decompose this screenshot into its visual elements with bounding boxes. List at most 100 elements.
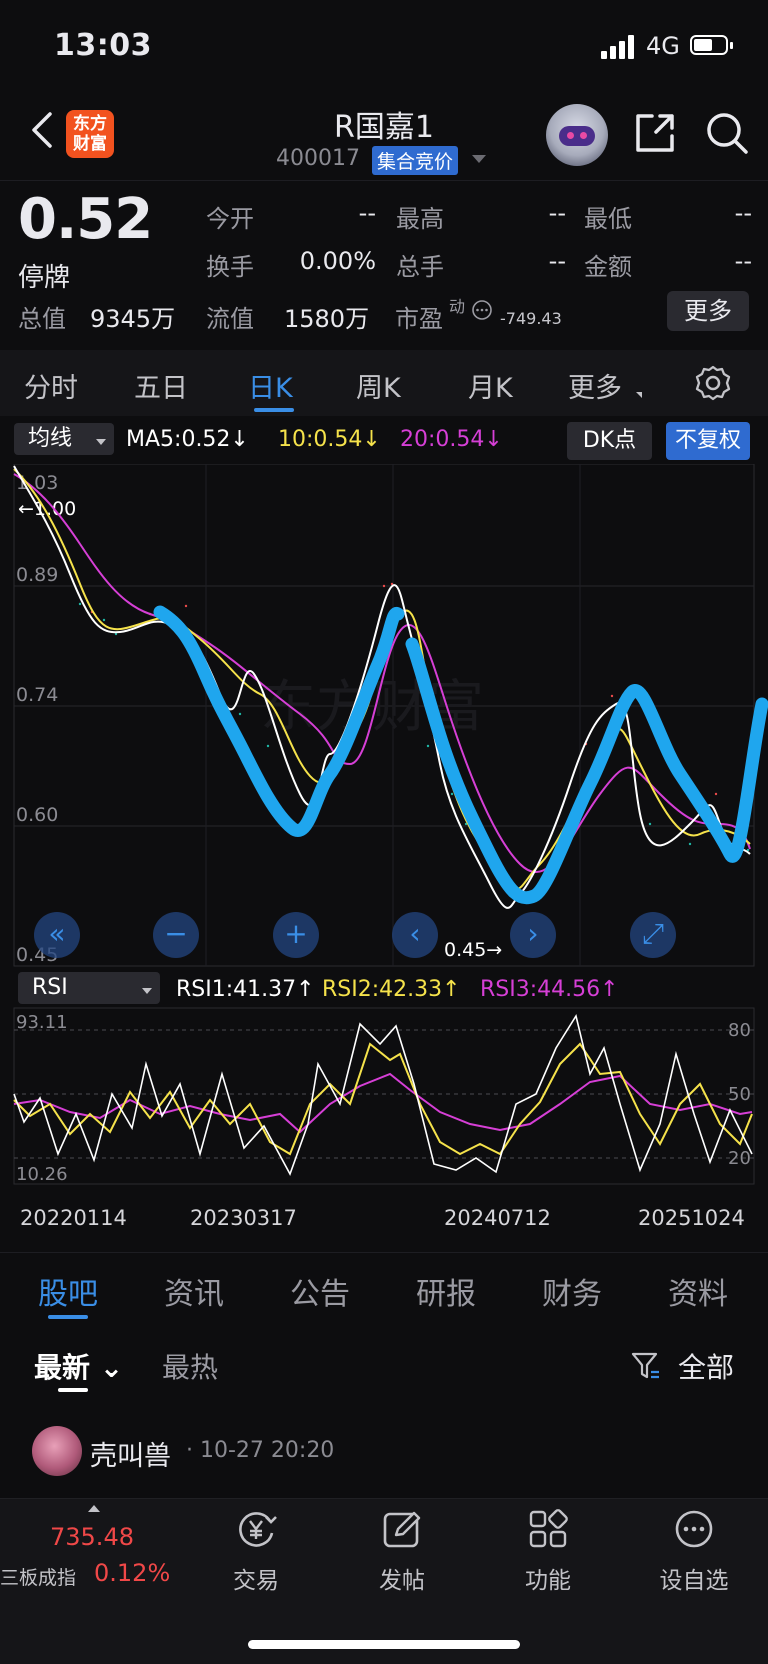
rsi-axis-bottom: 10.26 bbox=[16, 1164, 68, 1185]
dk-point-button[interactable]: DK点 bbox=[567, 422, 652, 460]
volume-label: 总手 bbox=[396, 253, 444, 281]
status-time: 13:03 bbox=[54, 28, 152, 63]
x-axis-dates: 20220114 20230317 20240712 20251024 bbox=[0, 1200, 768, 1240]
tab-intraday[interactable]: 分时 bbox=[24, 366, 78, 405]
date-tick: 20251024 bbox=[638, 1206, 745, 1230]
ma-select[interactable]: 均线 bbox=[14, 423, 114, 455]
home-indicator[interactable] bbox=[248, 1640, 520, 1649]
post-author[interactable]: 壳叫兽 bbox=[90, 1434, 171, 1473]
active-tab-indicator bbox=[254, 408, 294, 412]
signal-icon bbox=[601, 33, 637, 59]
yen-exchange-icon bbox=[239, 1512, 277, 1547]
active-tab-indicator bbox=[48, 1315, 88, 1319]
tab-daily-k[interactable]: 日K bbox=[248, 366, 293, 405]
amount-value: -- bbox=[734, 247, 752, 275]
pe-dynamic-label: 动 bbox=[449, 297, 466, 316]
kline-chart[interactable]: 东方财富 1.03 ←1.00 0.89 0.74 0.60 0.45 0.45… bbox=[0, 464, 768, 1224]
stock-name: R国嘉1 bbox=[334, 110, 434, 145]
y-label-2: 0.89 bbox=[16, 564, 58, 586]
more-dots-icon[interactable] bbox=[471, 299, 493, 321]
last-price: 0.52 bbox=[18, 187, 153, 252]
back-icon[interactable] bbox=[24, 110, 64, 150]
more-quote-button[interactable]: 更多 bbox=[667, 291, 749, 331]
zoom-in-button[interactable]: + bbox=[273, 912, 319, 958]
auction-badge: 集合竞价 bbox=[372, 146, 459, 175]
chevron-down-icon[interactable] bbox=[472, 155, 486, 163]
scroll-right-button[interactable]: › bbox=[510, 912, 556, 958]
rsi3-value: RSI3:44.56↑ bbox=[480, 977, 619, 1002]
scroll-left-fast-button[interactable]: « bbox=[34, 912, 80, 958]
fullscreen-button[interactable]: ⤢ bbox=[630, 912, 676, 958]
amount-label: 金额 bbox=[584, 253, 632, 281]
post-meta: · 10-27 20:20 bbox=[186, 1438, 335, 1463]
scroll-left-button[interactable]: ‹ bbox=[392, 912, 438, 958]
sort-newest[interactable]: 最新 ⌄ bbox=[34, 1346, 123, 1386]
rsi2-value: RSI2:42.33↑ bbox=[322, 977, 461, 1002]
tab-more-periods[interactable]: 更多 bbox=[568, 366, 622, 405]
stock-header: 东方 财富 R国嘉1 400017 集合竞价 bbox=[0, 96, 768, 180]
ma-indicator-bar: 均线 MA5:0.52↓ 10:0.54↓ 20:0.54↓ DK点 不复权 bbox=[0, 420, 768, 464]
index-change[interactable]: 0.12% bbox=[94, 1559, 170, 1587]
dropdown-icon bbox=[96, 439, 106, 445]
tab-forum[interactable]: 股吧 bbox=[38, 1269, 98, 1313]
more-circle-icon bbox=[675, 1510, 713, 1548]
stock-code: 400017 bbox=[276, 146, 360, 171]
high-label: 最高 bbox=[396, 205, 444, 233]
index-up-arrow-icon bbox=[88, 1505, 100, 1512]
adjust-button[interactable]: 不复权 bbox=[666, 422, 750, 460]
status-bar: 13:03 4G bbox=[0, 0, 768, 96]
market-cap-value: 9345万 bbox=[90, 305, 176, 333]
high-value: -- bbox=[548, 199, 566, 227]
trading-state: 停牌 bbox=[18, 263, 71, 293]
robot-assistant-icon[interactable] bbox=[546, 104, 608, 166]
rsi-axis-20: 20 bbox=[728, 1148, 751, 1169]
functions-button[interactable]: 功能 bbox=[488, 1507, 608, 1595]
low-label: 最低 bbox=[584, 205, 632, 233]
post-item[interactable]: 壳叫兽 · 10-27 20:20 bbox=[0, 1420, 768, 1498]
app-logo: 东方 财富 bbox=[66, 110, 114, 158]
sort-hottest[interactable]: 最热 bbox=[162, 1346, 218, 1386]
volume-value: -- bbox=[548, 247, 566, 275]
rsi-axis-80: 80 bbox=[728, 1020, 751, 1041]
pe-value: -749.43 bbox=[500, 309, 562, 328]
index-name[interactable]: 三板成指 bbox=[0, 1563, 76, 1590]
open-value: -- bbox=[358, 199, 376, 227]
index-value[interactable]: 735.48 bbox=[50, 1523, 134, 1551]
network-type: 4G bbox=[646, 32, 680, 60]
share-icon[interactable] bbox=[632, 110, 678, 156]
settings-icon[interactable] bbox=[694, 364, 732, 402]
grid-icon bbox=[529, 1509, 568, 1548]
rsi-indicator-bar: RSI RSI1:41.37↑ RSI2:42.33↑ RSI3:44.56↑ bbox=[0, 970, 768, 1010]
open-label: 今开 bbox=[206, 205, 254, 233]
tab-news[interactable]: 资讯 bbox=[164, 1269, 224, 1313]
tab-monthly-k[interactable]: 月K bbox=[468, 366, 513, 405]
tab-profile[interactable]: 资料 bbox=[668, 1269, 728, 1313]
rsi1-value: RSI1:41.37↑ bbox=[176, 977, 315, 1002]
tab-financials[interactable]: 财务 bbox=[542, 1269, 602, 1313]
add-watchlist-button[interactable]: 设自选 bbox=[634, 1507, 754, 1595]
tab-weekly-k[interactable]: 周K bbox=[356, 366, 401, 405]
low-value: -- bbox=[734, 199, 752, 227]
avatar[interactable] bbox=[32, 1426, 82, 1476]
ma10-value: 10:0.54↓ bbox=[278, 427, 381, 452]
zoom-out-button[interactable]: − bbox=[153, 912, 199, 958]
min-marker: 0.45→ bbox=[444, 939, 502, 961]
filter-icon[interactable] bbox=[630, 1350, 662, 1382]
post-button[interactable]: 发帖 bbox=[342, 1507, 462, 1595]
rsi-axis-top: 93.11 bbox=[16, 1012, 68, 1033]
turnover-label: 换手 bbox=[206, 253, 254, 281]
content-tabs: 股吧 资讯 公告 研报 财务 资料 bbox=[0, 1252, 768, 1323]
tab-research[interactable]: 研报 bbox=[416, 1269, 476, 1313]
quote-panel: 0.52 停牌 今开 -- 最高 -- 最低 -- 换手 0.00% 总手 --… bbox=[0, 180, 768, 345]
rsi-select[interactable]: RSI bbox=[18, 972, 160, 1004]
battery-icon bbox=[690, 35, 733, 55]
market-cap-label: 总值 bbox=[18, 305, 66, 333]
filter-all[interactable]: 全部 bbox=[678, 1346, 734, 1386]
tab-five-day[interactable]: 五日 bbox=[134, 366, 188, 405]
dropdown-icon bbox=[142, 988, 152, 994]
turnover-value: 0.00% bbox=[299, 247, 376, 275]
ma5-value: MA5:0.52↓ bbox=[126, 427, 249, 452]
search-icon[interactable] bbox=[704, 110, 750, 156]
tab-announcements[interactable]: 公告 bbox=[290, 1269, 350, 1313]
trade-button[interactable]: 交易 bbox=[196, 1507, 316, 1595]
